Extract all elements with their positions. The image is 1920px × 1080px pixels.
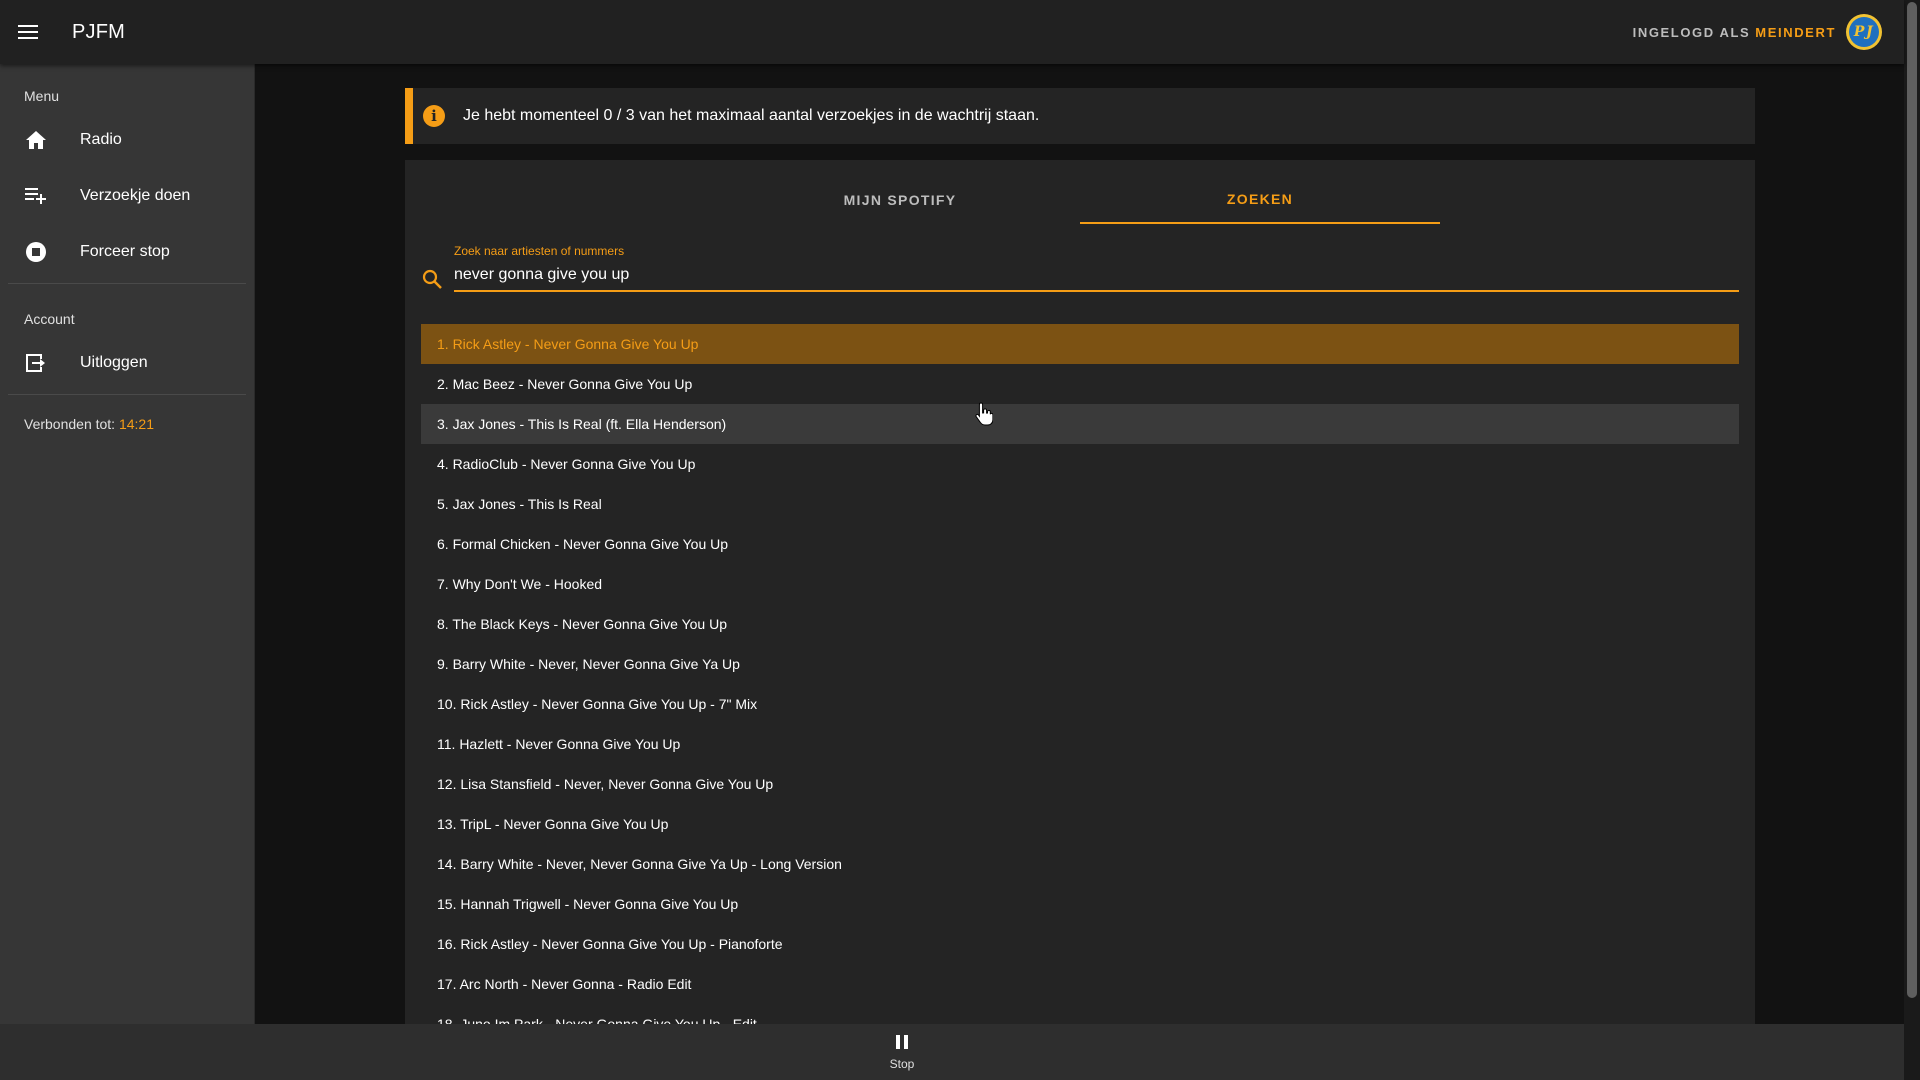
main-content: i Je hebt momenteel 0 / 3 van het maxima…: [256, 64, 1904, 1024]
result-item[interactable]: 15. Hannah Trigwell - Never Gonna Give Y…: [421, 884, 1739, 924]
result-item[interactable]: 6. Formal Chicken - Never Gonna Give You…: [421, 524, 1739, 564]
search-input[interactable]: [454, 260, 1739, 292]
divider: [8, 283, 246, 284]
alert-text: Je hebt momenteel 0 / 3 van het maximaal…: [463, 107, 1040, 124]
connected-label: Verbonden tot:: [24, 416, 116, 432]
search-field: Zoek naar artiesten of nummers: [421, 244, 1739, 296]
sidebar-item-label: Verzoekje doen: [80, 187, 191, 204]
sidebar-item-verzoekje-doen[interactable]: Verzoekje doen: [0, 168, 254, 224]
page-scrollbar[interactable]: [1904, 0, 1920, 1080]
avatar[interactable]: PJ: [1846, 14, 1882, 50]
result-item[interactable]: 9. Barry White - Never, Never Gonna Give…: [421, 644, 1739, 684]
menu-header: Menu: [24, 88, 60, 104]
connection-status: Verbonden tot: 14:21: [0, 398, 254, 450]
username: MEINDERT: [1755, 24, 1836, 40]
result-item[interactable]: 2. Mac Beez - Never Gonna Give You Up: [421, 364, 1739, 404]
result-item[interactable]: 7. Why Don't We - Hooked: [421, 564, 1739, 604]
stop-label: Stop: [889, 1056, 915, 1071]
queue-alert: i Je hebt momenteel 0 / 3 van het maxima…: [405, 88, 1755, 144]
sidebar-item-forceer-stop[interactable]: Forceer stop: [0, 224, 254, 280]
login-info: INGELOGD ALS MEINDERT PJ: [1633, 14, 1882, 50]
result-item[interactable]: 11. Hazlett - Never Gonna Give You Up: [421, 724, 1739, 764]
result-item[interactable]: 17. Arc North - Never Gonna - Radio Edit: [421, 964, 1739, 1004]
result-item[interactable]: 1. Rick Astley - Never Gonna Give You Up: [421, 324, 1739, 364]
app-bar: PJFM INGELOGD ALS MEINDERT PJ: [0, 0, 1904, 64]
tab-bar: MIJN SPOTIFY ZOEKEN: [405, 176, 1755, 224]
app-title: PJFM: [72, 20, 126, 43]
scrollbar-thumb[interactable]: [1907, 2, 1917, 998]
divider: [8, 394, 246, 395]
result-item[interactable]: 12. Lisa Stansfield - Never, Never Gonna…: [421, 764, 1739, 804]
home-icon: [24, 128, 48, 152]
search-label: Zoek naar artiesten of nummers: [454, 244, 625, 258]
result-item[interactable]: 3. Jax Jones - This Is Real (ft. Ella He…: [421, 404, 1739, 444]
login-prefix: INGELOGD ALS: [1632, 24, 1751, 40]
tab-zoeken[interactable]: ZOEKEN: [1080, 176, 1440, 224]
result-item[interactable]: 14. Barry White - Never, Never Gonna Giv…: [421, 844, 1739, 884]
results-list: 1. Rick Astley - Never Gonna Give You Up…: [421, 324, 1739, 1024]
sidebar-item-radio[interactable]: Radio: [0, 112, 254, 168]
result-item[interactable]: 5. Jax Jones - This Is Real: [421, 484, 1739, 524]
playlist-add-icon: [24, 184, 48, 208]
menu-icon[interactable]: [0, 0, 56, 64]
account-header: Account: [24, 311, 75, 327]
sidebar-item-label: Forceer stop: [80, 243, 170, 260]
result-item[interactable]: 16. Rick Astley - Never Gonna Give You U…: [421, 924, 1739, 964]
stop-button[interactable]: Stop: [889, 1034, 915, 1071]
request-card: MIJN SPOTIFY ZOEKEN Zoek naar artiesten …: [405, 160, 1755, 1024]
hand-cursor-icon: [975, 402, 994, 426]
search-icon: [421, 268, 445, 292]
sidebar-item-label: Uitloggen: [80, 354, 148, 371]
tab-mijn-spotify[interactable]: MIJN SPOTIFY: [720, 176, 1080, 224]
player-bar: Stop: [0, 1024, 1904, 1080]
stop-circle-icon: [24, 240, 48, 264]
result-item[interactable]: 8. The Black Keys - Never Gonna Give You…: [421, 604, 1739, 644]
avatar-logo: PJ: [1849, 17, 1879, 47]
connected-time: 14:21: [118, 416, 155, 432]
info-icon: i: [423, 105, 445, 127]
result-item[interactable]: 13. TripL - Never Gonna Give You Up: [421, 804, 1739, 844]
sidebar-item-label: Radio: [80, 131, 122, 148]
result-item[interactable]: 4. RadioClub - Never Gonna Give You Up: [421, 444, 1739, 484]
sidebar-item-uitloggen[interactable]: Uitloggen: [0, 335, 254, 391]
pause-icon: [895, 1034, 909, 1055]
sidebar: Menu Radio Verzoekje doen Forceer stop A…: [0, 64, 255, 1024]
result-item[interactable]: 10. Rick Astley - Never Gonna Give You U…: [421, 684, 1739, 724]
result-item[interactable]: 18. Juno Im Park - Never Gonna Give You …: [421, 1004, 1739, 1024]
logout-icon: [24, 351, 48, 375]
